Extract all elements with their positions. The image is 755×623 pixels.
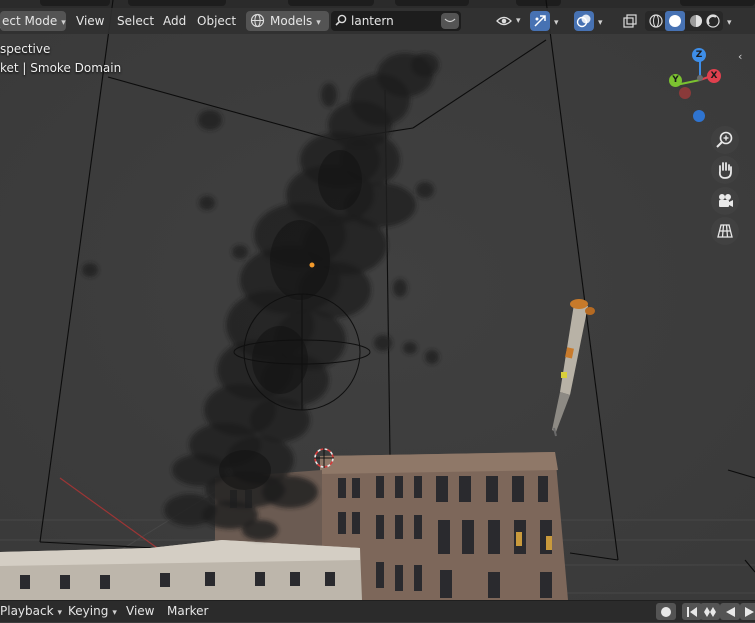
view-menu-label: View: [76, 14, 105, 28]
chevron-down-icon: ▾: [727, 18, 732, 28]
x-axis-label: X: [710, 71, 718, 81]
solid-shading-button[interactable]: [665, 11, 685, 31]
gizmo-toggle[interactable]: [530, 11, 550, 31]
play-icon: [745, 607, 754, 617]
zoom-icon: [716, 131, 733, 148]
y-axis-ball[interactable]: Y: [669, 74, 682, 87]
keying-label: Keying: [68, 604, 109, 618]
viewport-header: ect Mode ▾ View Select Add Object Models ▾…: [0, 8, 755, 34]
clear-icon: [444, 18, 456, 23]
sidebar-toggle-arrow-icon[interactable]: ‹: [738, 50, 752, 66]
timeline-view-menu[interactable]: View: [121, 602, 159, 621]
viewport-scene[interactable]: [0, 0, 755, 621]
pan-button[interactable]: [711, 156, 739, 184]
gizmo-arrow-icon: [534, 15, 546, 27]
select-menu[interactable]: Select: [111, 11, 160, 31]
jump-keyframe-button[interactable]: [700, 603, 720, 620]
marker-label: Marker: [167, 604, 209, 618]
playback-label: Playback: [0, 604, 54, 618]
negative-x-axis-ball: [679, 87, 691, 99]
chevron-down-icon: ▾: [598, 18, 603, 28]
collection-dropdown[interactable]: Models ▾: [246, 11, 329, 31]
overlays-toggle[interactable]: [574, 11, 594, 31]
overlays-dropdown[interactable]: ▾: [595, 11, 611, 31]
search-field[interactable]: lantern: [331, 11, 461, 31]
play-reverse-button[interactable]: [720, 603, 740, 620]
chevron-down-icon: ▾: [112, 608, 117, 618]
z-axis-label: Z: [695, 50, 703, 60]
xray-icon: [623, 14, 637, 28]
record-icon: [661, 607, 671, 617]
object-origin: [309, 262, 315, 268]
record-button[interactable]: [656, 603, 676, 620]
object-menu[interactable]: Object: [191, 11, 242, 31]
chevron-down-icon: ▾: [516, 16, 521, 26]
negative-z-axis-ball: [693, 110, 705, 122]
search-value: lantern: [351, 14, 394, 28]
chevron-down-icon: ▾: [316, 18, 321, 28]
object-info-text: ket | Smoke Domain: [0, 61, 122, 75]
jump-start-button[interactable]: [682, 603, 702, 620]
gizmo-dropdown[interactable]: ▾: [551, 11, 567, 31]
play-reverse-icon: [726, 607, 735, 617]
timeline-view-label: View: [126, 604, 155, 618]
add-menu-label: Add: [163, 14, 187, 28]
chevron-down-icon: ▾: [57, 608, 63, 618]
z-axis-ball[interactable]: Z: [692, 48, 706, 62]
solid-shading-icon: [669, 15, 681, 27]
search-icon: [335, 14, 347, 26]
xray-toggle[interactable]: [620, 11, 640, 31]
view-name-text: spective: [0, 42, 51, 56]
playback-menu[interactable]: Playback ▾: [0, 602, 67, 621]
x-axis-ball[interactable]: X: [707, 69, 721, 83]
material-shading-icon[interactable]: [688, 13, 704, 29]
chevron-down-icon: ▾: [61, 18, 66, 28]
object-menu-label: Object: [197, 14, 237, 28]
rendered-shading-icon[interactable]: [705, 13, 721, 29]
play-button[interactable]: [740, 603, 755, 620]
view-menu[interactable]: View: [70, 11, 110, 31]
collection-label: Models: [270, 14, 313, 28]
globe-icon: [250, 13, 265, 28]
keying-menu[interactable]: Keying ▾: [63, 602, 122, 621]
timeline-header: Playback ▾ Keying ▾ View Marker: [0, 600, 755, 622]
marker-menu[interactable]: Marker: [162, 602, 213, 621]
hand-pan-icon: [718, 162, 732, 179]
add-menu[interactable]: Add: [157, 11, 192, 31]
eye-icon: [496, 16, 512, 26]
jump-start-icon: [687, 607, 697, 617]
shading-dropdown[interactable]: ▾: [725, 11, 739, 31]
visibility-dropdown[interactable]: ▾: [494, 11, 524, 31]
camera-view-button[interactable]: [711, 187, 739, 215]
interaction-mode-label: ect Mode: [2, 14, 58, 28]
interaction-mode-dropdown[interactable]: ect Mode ▾: [0, 11, 66, 31]
clear-search-button[interactable]: [441, 13, 459, 29]
overlay-circles-icon: [576, 14, 591, 28]
camera-view-icon: [719, 194, 733, 207]
keyframe-diamonds-icon: [704, 607, 716, 617]
ortho-toggle-button[interactable]: [711, 217, 739, 245]
wireframe-shading-icon[interactable]: [648, 13, 664, 29]
grid-ortho-icon: [717, 224, 733, 238]
chevron-down-icon: ▾: [554, 18, 559, 28]
zoom-button[interactable]: [711, 126, 739, 154]
y-axis-label: Y: [672, 75, 679, 85]
select-menu-label: Select: [117, 14, 155, 28]
shading-mode-group: [645, 11, 723, 31]
